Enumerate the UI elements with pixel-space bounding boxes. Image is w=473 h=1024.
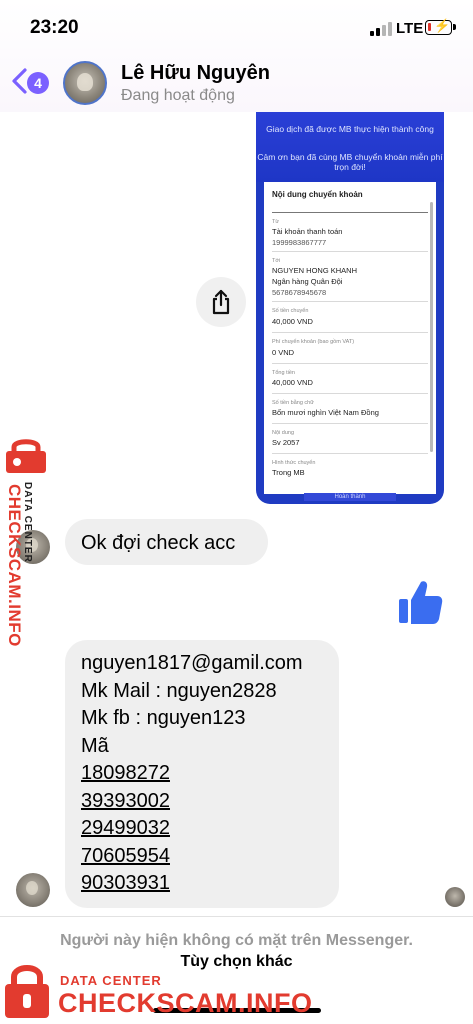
receipt-title: Nội dung chuyển khoản bbox=[272, 190, 363, 199]
receipt-field-label: Phí chuyển khoản (bao gồm VAT) bbox=[272, 339, 355, 345]
battery-level bbox=[428, 23, 431, 31]
message-line: nguyen1817@gamil.com bbox=[81, 652, 303, 674]
contact-active-status: Đang hoạt động bbox=[121, 87, 235, 104]
receipt-field-value: Tài khoản thanh toán bbox=[272, 227, 343, 236]
unread-count-badge[interactable]: 4 bbox=[27, 72, 49, 94]
message-bubble[interactable]: Ok đợi check acc bbox=[65, 519, 268, 565]
status-bar: 23:20 LTE ⚡ bbox=[0, 0, 473, 52]
receipt-divider bbox=[272, 301, 428, 302]
contact-name[interactable]: Lê Hữu Nguyên bbox=[121, 62, 270, 85]
message-code-link[interactable]: 29499032 bbox=[81, 815, 339, 843]
receipt-header: Giao dịch đã được MB thực hiện thành côn… bbox=[256, 112, 444, 182]
receipt-field-value: Ngân hàng Quân Đội bbox=[272, 277, 343, 286]
watermark-vertical-big: CHECKSCAM.INFO bbox=[5, 484, 24, 647]
receipt-field-value: 0 VND bbox=[272, 348, 295, 357]
watermark-lock-icon bbox=[5, 965, 49, 1018]
message-line: Mã bbox=[81, 734, 109, 757]
receipt-scrollbar bbox=[430, 202, 433, 452]
charging-bolt-icon: ⚡ bbox=[434, 18, 451, 33]
message-line: Mk fb : nguyen123 bbox=[81, 707, 246, 729]
receipt-thanks-message: Cảm ơn bạn đã cùng MB chuyển khoản miễn … bbox=[257, 152, 443, 172]
message-code-link[interactable]: 18098272 bbox=[81, 760, 339, 788]
network-type: LTE bbox=[396, 20, 424, 37]
more-options-button[interactable]: Tùy chọn khác bbox=[0, 953, 473, 971]
conversation-header: 4 Lê Hữu Nguyên Đang hoạt động bbox=[0, 52, 473, 112]
receipt-field-value: 5678678945678 bbox=[272, 288, 327, 297]
bank-transfer-receipt-image[interactable]: Giao dịch đã được MB thực hiện thành côn… bbox=[256, 112, 444, 504]
receipt-field-value: Sv 2057 bbox=[272, 438, 300, 447]
sender-avatar[interactable] bbox=[16, 873, 50, 907]
receipt-field-label: Số tiền bằng chữ bbox=[272, 400, 314, 406]
message-code-link[interactable]: 70605954 bbox=[81, 843, 339, 871]
message-code-link[interactable]: 90303931 bbox=[81, 870, 339, 898]
receipt-field-label: Tới bbox=[272, 258, 281, 264]
receipt-field-label: Tổng tiền bbox=[272, 370, 295, 376]
receipt-field-label: Từ bbox=[272, 219, 280, 225]
receipt-divider bbox=[272, 393, 428, 394]
message-bubble-credentials[interactable]: nguyen1817@gamil.com Mk Mail : nguyen282… bbox=[65, 640, 339, 908]
receipt-field-value: 40,000 VND bbox=[272, 378, 313, 387]
signal-strength-icon bbox=[370, 22, 392, 36]
battery-icon: ⚡ bbox=[425, 18, 456, 35]
share-icon bbox=[212, 289, 230, 315]
receipt-field-value: Trong MB bbox=[272, 468, 305, 477]
receipt-divider bbox=[272, 453, 428, 454]
message-line: Mk Mail : nguyen2828 bbox=[81, 679, 277, 702]
receipt-field-value: 40,000 VND bbox=[272, 317, 313, 326]
back-chevron-icon[interactable] bbox=[10, 66, 28, 96]
receipt-field-label: Hình thức chuyển bbox=[272, 460, 316, 466]
footer-divider bbox=[0, 916, 473, 917]
receipt-field-label: Nội dung bbox=[272, 430, 295, 436]
receipt-divider bbox=[272, 212, 428, 213]
receipt-complete-button: Hoàn thành bbox=[304, 493, 396, 501]
receipt-divider bbox=[272, 363, 428, 364]
thumbs-up-icon[interactable] bbox=[397, 578, 443, 626]
receipt-field-value: Bốn mươi nghìn Việt Nam Đồng bbox=[272, 408, 379, 417]
messenger-screen: Giao dịch đã được MB thực hiện thành côn… bbox=[0, 0, 473, 1024]
receipt-field-value: NGUYEN HONG KHANH bbox=[272, 266, 358, 275]
status-time: 23:20 bbox=[30, 17, 79, 38]
share-button[interactable] bbox=[196, 277, 246, 327]
receipt-divider bbox=[272, 251, 428, 252]
message-code-link[interactable]: 39393002 bbox=[81, 788, 339, 816]
receipt-divider bbox=[272, 423, 428, 424]
receipt-card: Nội dung chuyển khoản Từ Tài khoản thanh… bbox=[264, 178, 436, 494]
receipt-field-label: Số tiền chuyển bbox=[272, 308, 309, 314]
watermark-lock-icon bbox=[6, 439, 46, 473]
watermark-bottom-small: DATA CENTER bbox=[60, 973, 162, 988]
seen-receipt-avatar bbox=[445, 887, 465, 907]
unavailable-notice: Người này hiện không có mặt trên Messeng… bbox=[60, 932, 413, 949]
receipt-field-value: 1999983867777 bbox=[272, 238, 327, 247]
receipt-divider bbox=[272, 332, 428, 333]
watermark-bottom-big: CHECKSCAM.INFO bbox=[58, 988, 313, 1018]
receipt-success-message: Giao dịch đã được MB thực hiện thành côn… bbox=[266, 124, 434, 134]
contact-avatar[interactable] bbox=[63, 61, 107, 105]
